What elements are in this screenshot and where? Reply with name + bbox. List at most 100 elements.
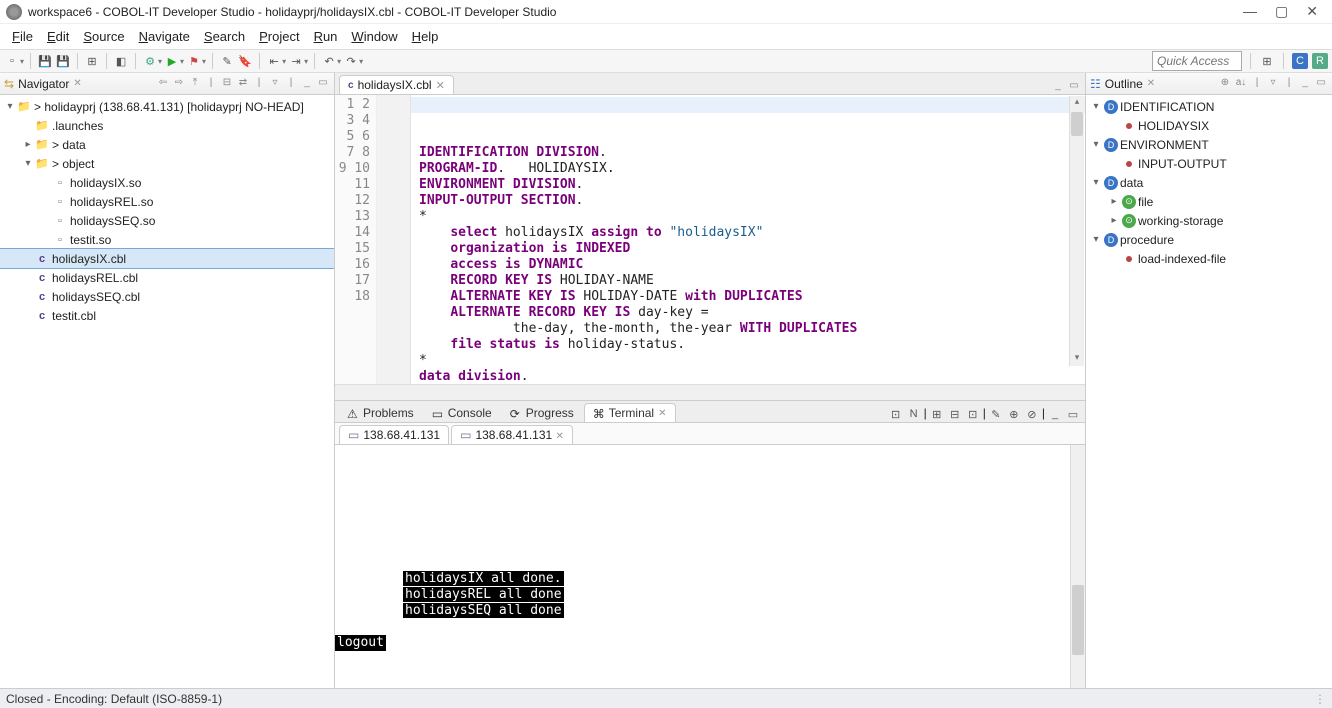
bmax-icon[interactable]: ▭ <box>1065 406 1081 422</box>
tab-close-icon[interactable]: ✕ <box>1147 78 1155 89</box>
tree-item[interactable]: ▾📁> object <box>0 154 334 173</box>
outline-tree[interactable]: ▾DIDENTIFICATIONHOLIDAYSIX▾DENVIRONMENTI… <box>1086 95 1332 688</box>
menu-help[interactable]: Help <box>406 27 445 46</box>
shift-icon[interactable]: ⇤ <box>266 53 282 69</box>
outline-min-icon[interactable]: _ <box>1298 77 1312 91</box>
tree-item[interactable]: cholidaysSEQ.cbl <box>0 287 334 306</box>
bmin-icon[interactable]: _ <box>1047 406 1063 422</box>
gutter-margin <box>377 95 411 384</box>
menu-project[interactable]: Project <box>253 27 305 46</box>
tree-item[interactable]: ▫holidaysIX.so <box>0 173 334 192</box>
up-nav-icon[interactable]: ⤒ <box>188 77 202 91</box>
code-area[interactable]: IDENTIFICATION DIVISION. PROGRAM-ID. HOL… <box>411 95 1085 384</box>
editor-body[interactable]: 1 2 3 4 5 6 7 8 9 10 11 12 13 14 15 16 1… <box>335 95 1085 384</box>
sort2-icon[interactable]: a↓ <box>1234 77 1248 91</box>
quick-access-input[interactable] <box>1152 51 1242 71</box>
close-icon[interactable]: ✕ <box>436 79 445 92</box>
toggle-icon[interactable]: ◧ <box>113 53 129 69</box>
run-icon[interactable]: ▶ <box>164 53 180 69</box>
window-title: workspace6 - COBOL-IT Developer Studio -… <box>28 5 1243 19</box>
fwd-icon[interactable]: ↷ <box>343 53 359 69</box>
status-text: Closed - Encoding: Default (ISO-8859-1) <box>6 692 222 706</box>
fwd-nav-icon[interactable]: ⇨ <box>172 77 186 91</box>
outline-filter-icon[interactable]: ▿ <box>1266 77 1280 91</box>
editor-tab-label: holidaysIX.cbl <box>358 78 432 92</box>
outline-item[interactable]: ▸⊙file <box>1086 192 1332 211</box>
min-icon[interactable]: _ <box>300 77 314 91</box>
menu-file[interactable]: File <box>6 27 39 46</box>
persp-other-icon[interactable]: R <box>1312 53 1328 69</box>
terminal-scrollbar[interactable] <box>1070 445 1085 688</box>
editor-max-icon[interactable]: ▭ <box>1067 80 1081 94</box>
tree-item[interactable]: ▫holidaysREL.so <box>0 192 334 211</box>
menu-edit[interactable]: Edit <box>41 27 75 46</box>
outline-item[interactable]: ▾DENVIRONMENT <box>1086 135 1332 154</box>
bottom-tabs: ⚠Problems▭Console⟳Progress⌘Terminal ✕⊡N … <box>335 401 1085 423</box>
debug-icon[interactable]: ⚙ <box>142 53 158 69</box>
outline-max-icon[interactable]: ▭ <box>1314 77 1328 91</box>
editor-tab[interactable]: c holidaysIX.cbl ✕ <box>339 75 454 94</box>
tree-item[interactable]: 📁.launches <box>0 116 334 135</box>
back-nav-icon[interactable]: ⇦ <box>156 77 170 91</box>
wand-icon[interactable]: ✎ <box>219 53 235 69</box>
navigator-panel: ⇆ Navigator ✕ ⇦ ⇨ ⤒ | ⊟ ⇄ | ▿ | _ ▭ ▾📁> … <box>0 73 335 688</box>
tag-icon[interactable]: 🔖 <box>237 53 253 69</box>
tree-item[interactable]: ▫testit.so <box>0 230 334 249</box>
menu-source[interactable]: Source <box>77 27 130 46</box>
bottom-tab-terminal[interactable]: ⌘Terminal ✕ <box>584 403 676 422</box>
save-all-icon[interactable]: 💾 <box>55 53 71 69</box>
outline-title: Outline <box>1105 77 1143 91</box>
outline-panel: ☷ Outline ✕ ⊕ a↓ | ▿ | _ ▭ ▾DIDENTIFICAT… <box>1086 73 1332 688</box>
save-icon[interactable]: 💾 <box>37 53 53 69</box>
collapse-icon[interactable]: ⊟ <box>220 77 234 91</box>
minimize-button[interactable]: — <box>1243 3 1257 20</box>
menu-run[interactable]: Run <box>308 27 344 46</box>
close-button[interactable]: ✕ <box>1306 3 1318 20</box>
bottom-tab-progress[interactable]: ⟳Progress <box>502 404 582 422</box>
terminal-conn-tab[interactable]: ▭ 138.68.41.131 <box>339 425 449 444</box>
navigator-title: Navigator <box>18 77 69 91</box>
editor-area: c holidaysIX.cbl ✕ _▭ 1 2 3 4 5 6 7 8 9 … <box>335 73 1086 688</box>
max-icon[interactable]: ▭ <box>316 77 330 91</box>
ext-icon[interactable]: ⚑ <box>186 53 202 69</box>
grid-icon[interactable]: ⊞ <box>84 53 100 69</box>
sort-icon[interactable]: ⊕ <box>1218 77 1232 91</box>
menu-bar: FileEditSourceNavigateSearchProjectRunWi… <box>0 24 1332 49</box>
outline-item[interactable]: ▸⊙working-storage <box>1086 211 1332 230</box>
outline-item[interactable]: INPUT-OUTPUT <box>1086 154 1332 173</box>
outline-icon: ☷ <box>1090 77 1101 91</box>
persp-cobol-icon[interactable]: C <box>1292 53 1308 69</box>
menu-search[interactable]: Search <box>198 27 251 46</box>
menu-window[interactable]: Window <box>345 27 403 46</box>
a-icon[interactable]: N <box>906 406 922 422</box>
navigator-tree[interactable]: ▾📁> holidayprj (138.68.41.131) [holidayp… <box>0 95 334 688</box>
tree-item[interactable]: ▾📁> holidayprj (138.68.41.131) [holidayp… <box>0 97 334 116</box>
new-icon[interactable]: ▫ <box>4 53 20 69</box>
shift-r-icon[interactable]: ⇥ <box>288 53 304 69</box>
bottom-tab-problems[interactable]: ⚠Problems <box>339 404 422 422</box>
outline-item[interactable]: ▾DIDENTIFICATION <box>1086 97 1332 116</box>
tab-close-icon[interactable]: ✕ <box>73 78 81 89</box>
outline-item[interactable]: load-indexed-file <box>1086 249 1332 268</box>
terminal-conn-tab[interactable]: ▭ 138.68.41.131 ✕ <box>451 425 573 444</box>
bottom-tab-console[interactable]: ▭Console <box>424 404 500 422</box>
outline-item[interactable]: ▾Ddata <box>1086 173 1332 192</box>
tree-item[interactable]: ▫holidaysSEQ.so <box>0 211 334 230</box>
back-icon[interactable]: ↶ <box>321 53 337 69</box>
tree-item[interactable]: ctestit.cbl <box>0 306 334 325</box>
tree-item[interactable]: cholidaysREL.cbl <box>0 268 334 287</box>
editor-min-icon[interactable]: _ <box>1051 80 1065 94</box>
terminal-body[interactable]: holidaysIX all done.holidaysREL all done… <box>335 445 1085 688</box>
maximize-button[interactable]: ▢ <box>1275 3 1288 20</box>
link-icon[interactable]: ⇄ <box>236 77 250 91</box>
menu-navigate[interactable]: Navigate <box>133 27 196 46</box>
tree-item[interactable]: cholidaysIX.cbl <box>0 249 334 268</box>
outline-item[interactable]: HOLIDAYSIX <box>1086 116 1332 135</box>
tree-item[interactable]: ▸📁> data <box>0 135 334 154</box>
line-gutter: 1 2 3 4 5 6 7 8 9 10 11 12 13 14 15 16 1… <box>335 95 377 384</box>
open-persp-icon[interactable]: ⊞ <box>1259 53 1275 69</box>
filter-icon[interactable]: ▿ <box>268 77 282 91</box>
outline-item[interactable]: ▾Dprocedure <box>1086 230 1332 249</box>
horizontal-scrollbar[interactable] <box>335 384 1085 400</box>
pin-icon[interactable]: ⊡ <box>888 406 904 422</box>
